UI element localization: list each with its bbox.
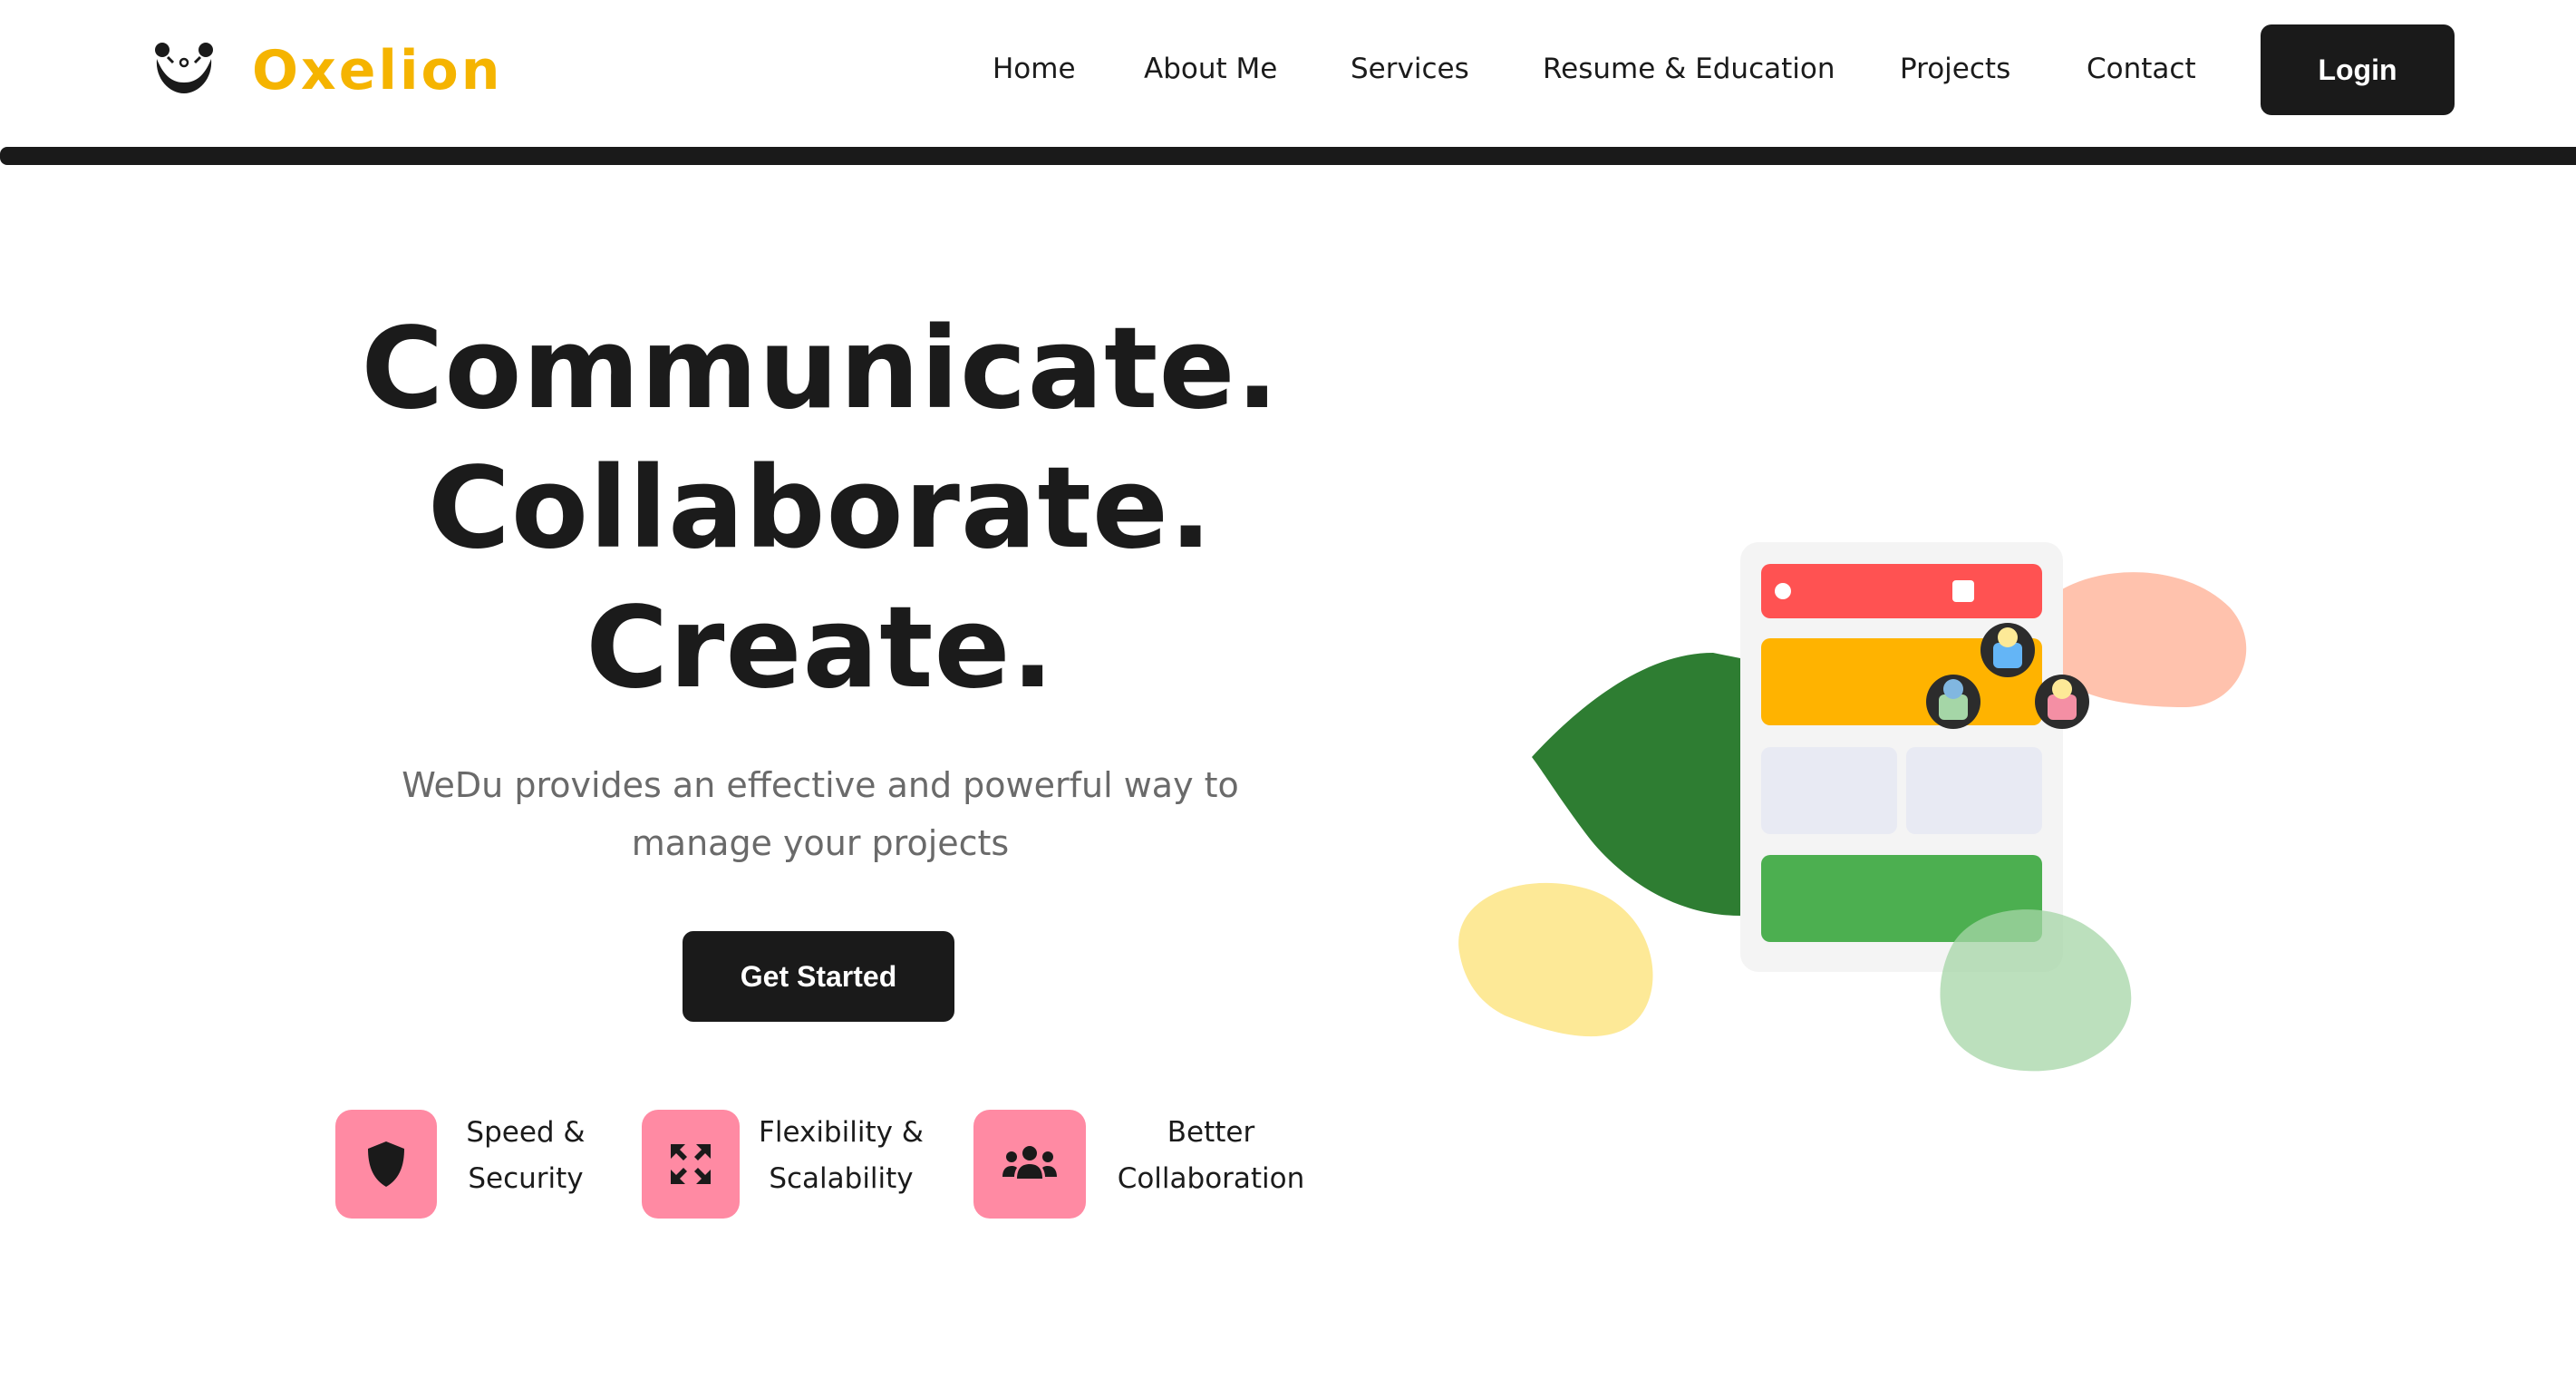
hero-title: Communicate. Collaborate. Create. [272,299,1369,718]
logo-icon[interactable] [150,39,218,97]
header-divider [0,147,2576,165]
empty-slot [1906,747,2042,834]
nav-contact[interactable]: Contact [2087,47,2196,91]
shield-icon [368,1141,404,1187]
nav-about-me[interactable]: About Me [1144,47,1277,91]
green-leaf [1532,653,1758,916]
board-header-bar [1761,564,2042,618]
nav-resume-education[interactable]: Resume & Education [1543,47,1835,91]
light-green-blob [1940,909,2132,1072]
expand-arrows-icon [671,1144,711,1184]
avatar [2035,675,2089,729]
feature-speed-security [335,1110,437,1219]
hero-subtitle: WeDu provides an effective and powerful … [402,765,1239,863]
hero-title-line: Communicate. [361,304,1280,434]
login-button[interactable]: Login [2261,24,2455,115]
feature-flexibility-scalability [642,1110,740,1219]
feature-label: Better Collaboration [1117,1116,1305,1195]
header-square [1952,580,1974,602]
feature-label: Speed & Security [466,1116,586,1195]
nav-services[interactable]: Services [1351,47,1469,91]
hero-title-line: Collaborate. [427,443,1214,574]
empty-slot [1761,747,1897,834]
avatar [1926,675,1980,729]
header-dot [1775,583,1791,599]
feature-label: Flexibility & Scalability [759,1116,924,1195]
avatar [1980,623,2035,677]
nav-projects[interactable]: Projects [1900,47,2010,91]
get-started-button[interactable]: Get Started [683,931,954,1022]
hero-title-line: Create. [586,583,1055,714]
brand-name[interactable]: Oxelion [252,34,502,107]
nav-home[interactable]: Home [993,47,1076,91]
yellow-blob [1458,882,1653,1037]
site-header: Oxelion Home About Me Services Resume & … [0,0,2576,147]
feature-better-collaboration [973,1110,1086,1219]
users-icon [1002,1146,1057,1179]
hero-illustration [1458,542,2247,1072]
